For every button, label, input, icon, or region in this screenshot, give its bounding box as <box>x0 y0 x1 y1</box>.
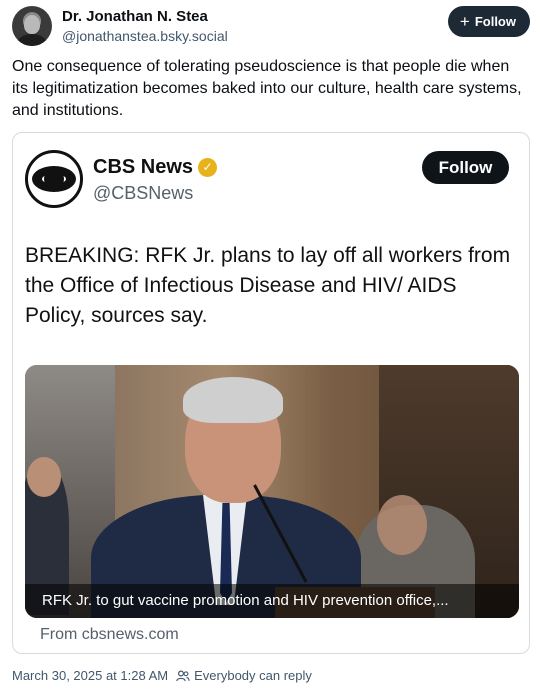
post-text: One consequence of tolerating pseudoscie… <box>12 58 522 119</box>
eye-pupil <box>44 169 64 189</box>
plus-icon: + <box>459 11 470 31</box>
post-footer: March 30, 2025 at 1:28 AM Everybody can … <box>12 666 312 686</box>
post-header: Dr. Jonathan N. Stea @jonathanstea.bsky.… <box>12 6 530 46</box>
follow-button-label: Follow <box>474 14 516 29</box>
author-display-name[interactable]: Dr. Jonathan N. Stea <box>62 8 228 26</box>
embed-follow-button: Follow <box>422 151 509 184</box>
embed-account-name: CBS News ✓ <box>93 155 218 179</box>
follow-button[interactable]: + Follow <box>447 6 530 37</box>
reply-setting[interactable]: Everybody can reply <box>176 666 312 686</box>
post-timestamp[interactable]: March 30, 2025 at 1:28 AM <box>12 666 168 686</box>
photo-background-person-right-head <box>377 495 427 555</box>
photo-subject-hair <box>183 377 283 423</box>
embed-account-handle: @CBSNews <box>93 183 194 203</box>
avatar-shoulders <box>17 34 47 46</box>
embed-account-name-text: CBS News <box>93 156 194 178</box>
avatar-face <box>24 15 40 34</box>
embed-headline: BREAKING: RFK Jr. plans to lay off all w… <box>25 244 511 327</box>
link-source: From cbsnews.com <box>40 626 179 643</box>
media-caption: RFK Jr. to gut vaccine promotion and HIV… <box>25 584 519 618</box>
cbs-eye-logo-icon <box>25 150 83 208</box>
author-handle[interactable]: @jonathanstea.bsky.social <box>62 26 228 46</box>
verified-badge-icon: ✓ <box>198 157 218 177</box>
post: Dr. Jonathan N. Stea @jonathanstea.bsky.… <box>0 0 540 692</box>
embed-media-photo: RFK Jr. to gut vaccine promotion and HIV… <box>25 365 519 618</box>
people-icon <box>176 670 190 682</box>
embedded-post-image[interactable]: CBS News ✓ @CBSNews Follow BREAKING: RFK… <box>12 132 530 654</box>
author-avatar[interactable] <box>12 6 52 46</box>
author-info: Dr. Jonathan N. Stea @jonathanstea.bsky.… <box>62 8 228 46</box>
reply-setting-label: Everybody can reply <box>194 668 312 683</box>
photo-background-person-left-head <box>27 457 61 497</box>
